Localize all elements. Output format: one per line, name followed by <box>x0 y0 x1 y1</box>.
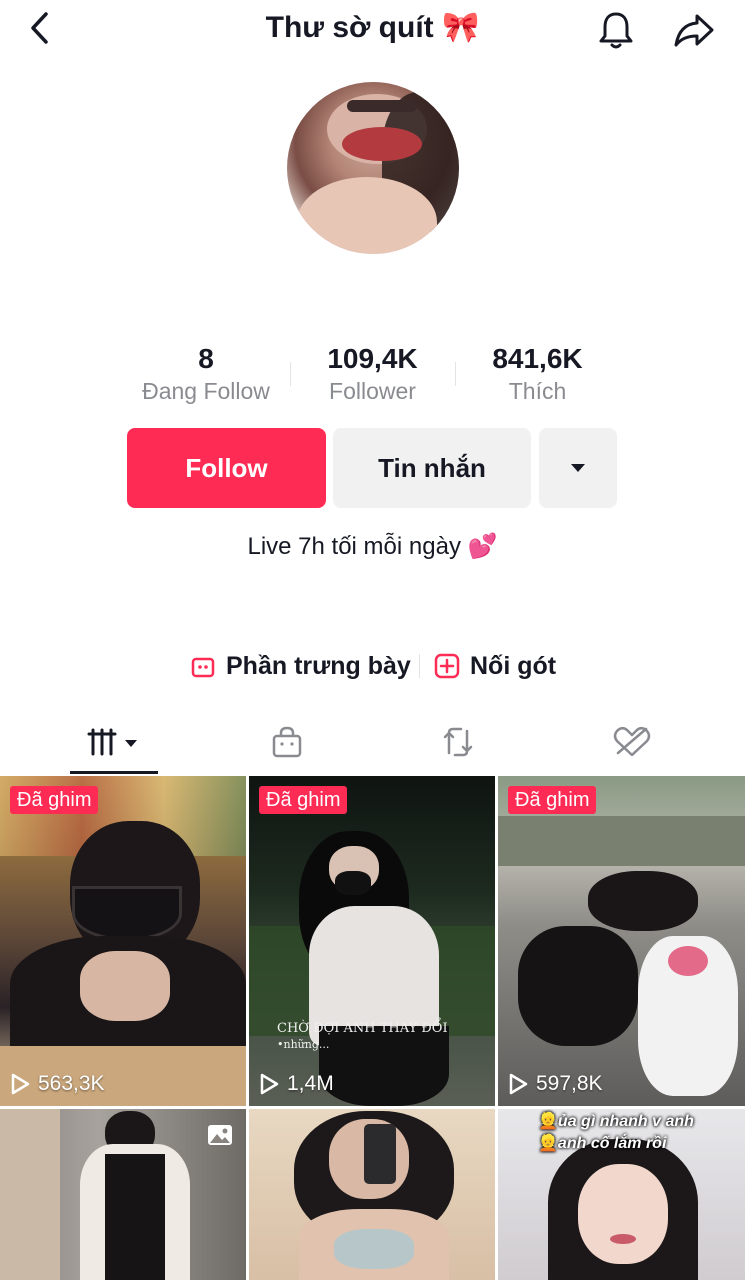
photo-icon <box>206 1123 234 1152</box>
pinned-badge: Đã ghim <box>508 786 597 814</box>
caption-text: anh cố lắm rồi <box>557 1135 667 1152</box>
view-count-text: 597,8K <box>536 1072 603 1095</box>
add-link[interactable]: Nối gót <box>433 646 556 686</box>
shopping-bag-icon <box>272 726 302 758</box>
face-shape <box>578 1164 668 1264</box>
video-tile[interactable]: 👱ủa gì nhanh v anh 👱anh cố lắm rồi <box>498 1109 745 1280</box>
share-icon <box>674 14 714 47</box>
play-icon <box>11 1073 30 1095</box>
repost-icon <box>443 727 473 757</box>
following-stat[interactable]: 8 Đang Follow <box>130 342 282 406</box>
view-count-text: 563,3K <box>38 1072 105 1095</box>
add-link-label: Nối gót <box>470 651 557 680</box>
play-icon <box>260 1073 279 1095</box>
overlay-subtext: •những... <box>277 1038 330 1051</box>
avatar-eyes <box>347 100 417 112</box>
likes-count: 841,6K <box>492 343 583 374</box>
profile-bio: Live 7h tối mỗi ngày 💕 <box>247 533 498 560</box>
caret-down-icon <box>571 464 585 472</box>
link-divider <box>419 654 420 678</box>
emoji-icon: 👱 <box>538 1135 558 1152</box>
background-decor <box>498 816 745 866</box>
showcase-icon <box>191 657 215 678</box>
followers-count: 109,4K <box>327 343 418 374</box>
profile-stats: 8 Đang Follow 109,4K Follower 841,6K Thí… <box>0 342 745 412</box>
view-count-text: 1,4M <box>287 1072 334 1095</box>
view-count: 563,3K <box>10 1072 105 1096</box>
overlay-text: CHỜ ĐỢI ANH THAY ĐỔI <box>277 1021 448 1036</box>
view-count: 1,4M <box>259 1072 334 1096</box>
video-tile[interactable]: Đã ghim 563,3K <box>0 776 246 1106</box>
caption-text: ủa gì nhanh v anh <box>557 1113 694 1130</box>
dress-shape <box>518 926 638 1046</box>
share-button[interactable] <box>672 10 716 50</box>
stat-divider <box>290 362 291 386</box>
plus-square-icon <box>434 653 460 679</box>
profile-links: Phần trưng bày Nối gót <box>0 646 745 686</box>
likes-stat[interactable]: 841,6K Thích <box>465 342 610 406</box>
bell-icon <box>599 12 633 49</box>
avatar-lips <box>342 127 422 161</box>
play-icon <box>509 1073 528 1095</box>
following-label: Đang Follow <box>142 378 270 404</box>
followers-stat[interactable]: 109,4K Follower <box>300 342 445 406</box>
skirt-shape <box>319 1026 449 1106</box>
likes-label: Thích <box>508 378 567 404</box>
showcase-label: Phần trưng bày <box>226 651 411 680</box>
avatar[interactable] <box>287 82 459 254</box>
caption-line-1: 👱ủa gì nhanh v anh <box>538 1111 694 1131</box>
top-shape <box>334 1229 414 1269</box>
pinned-badge: Đã ghim <box>259 786 348 814</box>
video-tile[interactable] <box>249 1109 495 1280</box>
dress-shape <box>105 1154 165 1280</box>
stat-divider <box>455 362 456 386</box>
message-button[interactable]: Tin nhắn <box>333 428 531 508</box>
hair-shape <box>588 871 698 931</box>
following-count: 8 <box>198 343 214 374</box>
hidden-heart-icon <box>613 727 651 757</box>
pinned-badge: Đã ghim <box>10 786 99 814</box>
tab-liked[interactable] <box>590 712 674 772</box>
bowl-shape <box>72 886 182 941</box>
emoji-icon: 👱 <box>538 1113 558 1130</box>
followers-label: Follower <box>329 378 416 404</box>
skin-shape <box>80 951 170 1021</box>
showcase-link[interactable]: Phần trưng bày <box>190 646 411 686</box>
phone-shape <box>364 1124 396 1184</box>
lips-shape <box>610 1234 636 1244</box>
video-tile[interactable]: Đã ghim 597,8K <box>498 776 745 1106</box>
more-options-button[interactable] <box>539 428 617 508</box>
active-tab-indicator <box>70 771 158 774</box>
tab-videos[interactable] <box>70 712 158 772</box>
tab-reposts[interactable] <box>416 712 500 772</box>
content-tabs <box>0 712 745 776</box>
video-tile[interactable]: CHỜ ĐỢI ANH THAY ĐỔI •những... Đã ghim 1… <box>249 776 495 1106</box>
notification-button[interactable] <box>596 10 636 50</box>
profile-header: Thư sờ quít 🎀 <box>0 0 745 60</box>
scooter-accent <box>668 946 708 976</box>
video-grid-icon <box>87 728 137 756</box>
view-count: 597,8K <box>508 1072 603 1096</box>
follow-button[interactable]: Follow <box>127 428 326 508</box>
caption-line-2: 👱anh cố lắm rồi <box>538 1133 666 1153</box>
tab-shop[interactable] <box>245 712 329 772</box>
background-decor <box>0 1109 60 1280</box>
video-tile[interactable] <box>0 1109 246 1280</box>
mask-shape <box>335 871 371 895</box>
